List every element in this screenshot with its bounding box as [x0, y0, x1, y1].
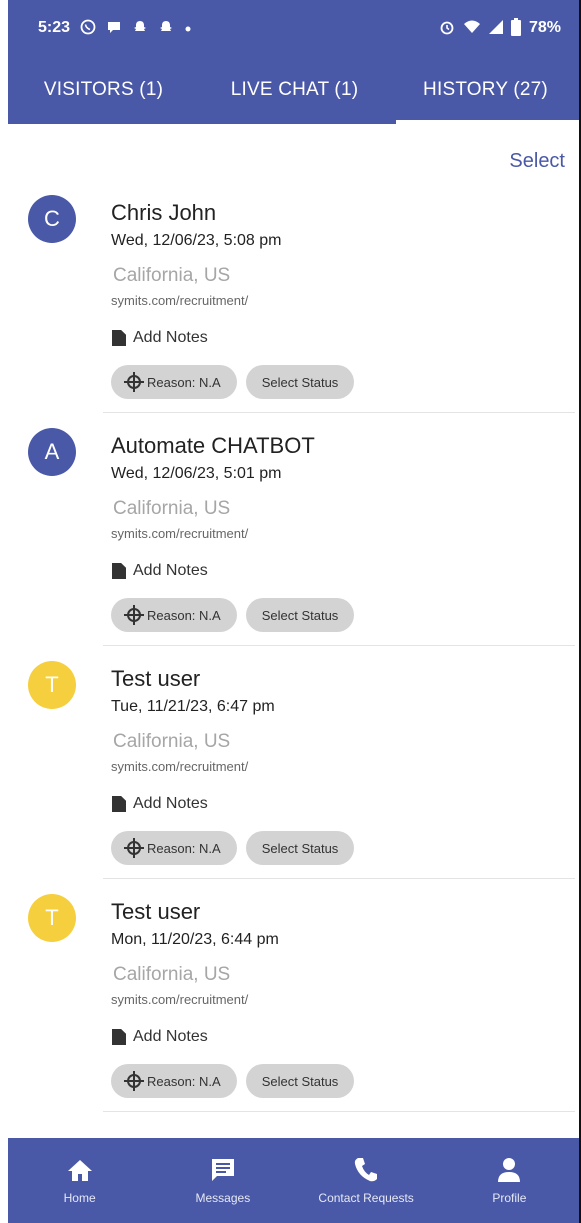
nav-contact-requests-label: Contact Requests: [318, 1190, 414, 1205]
add-notes-label: Add Notes: [133, 329, 208, 346]
visit-date: Mon, 11/20/23, 6:44 pm: [111, 931, 279, 948]
nav-home-label: Home: [63, 1190, 96, 1205]
nav-home[interactable]: Home: [8, 1138, 151, 1223]
select-status-chip[interactable]: Select Status: [245, 365, 355, 399]
add-notes-button[interactable]: Add Notes: [112, 329, 208, 347]
visited-url: symits.com/recruitment/: [111, 293, 249, 308]
profile-icon: [497, 1157, 521, 1183]
tab-visitors[interactable]: VISITORS (1): [8, 56, 199, 124]
home-icon: [67, 1157, 93, 1183]
visited-url: symits.com/recruitment/: [111, 759, 249, 774]
messages-icon: [210, 1157, 236, 1183]
avatar: T: [28, 661, 76, 709]
battery-icon: [510, 17, 521, 39]
select-status-chip[interactable]: Select Status: [245, 831, 355, 865]
reason-label: Reason: N.A: [147, 1073, 221, 1089]
add-notes-label: Add Notes: [133, 795, 208, 812]
document-icon: [112, 796, 126, 812]
tab-history[interactable]: HISTORY (27): [390, 56, 581, 124]
select-button[interactable]: Select: [509, 150, 565, 173]
document-icon: [112, 1029, 126, 1045]
alarm-icon: [439, 19, 455, 38]
avatar: T: [28, 894, 76, 942]
list-item[interactable]: A Automate CHATBOT Wed, 12/06/23, 5:01 p…: [8, 413, 581, 646]
reason-chip[interactable]: Reason: N.A: [111, 831, 237, 865]
reason-chip[interactable]: Reason: N.A: [111, 365, 237, 399]
list-item[interactable]: T Test user Mon, 11/20/23, 6:44 pm Calif…: [8, 879, 581, 1112]
nav-profile[interactable]: Profile: [438, 1138, 581, 1223]
snapchat-icon: [132, 19, 148, 38]
reason-chip[interactable]: Reason: N.A: [111, 1064, 237, 1098]
crosshair-icon: [124, 605, 144, 625]
nav-messages[interactable]: Messages: [151, 1138, 294, 1223]
nav-profile-label: Profile: [492, 1190, 527, 1205]
select-status-chip[interactable]: Select Status: [245, 1064, 355, 1098]
nav-messages-label: Messages: [195, 1190, 251, 1205]
visitor-name: Test user: [111, 899, 201, 924]
visitor-location: California, US: [113, 498, 231, 519]
add-notes-label: Add Notes: [133, 562, 208, 579]
reason-label: Reason: N.A: [147, 607, 221, 623]
visit-date: Wed, 12/06/23, 5:01 pm: [111, 465, 282, 482]
select-status-chip[interactable]: Select Status: [245, 598, 355, 632]
history-list: C Chris John Wed, 12/06/23, 5:08 pm Cali…: [8, 180, 581, 1112]
crosshair-icon: [124, 1071, 144, 1091]
visitor-location: California, US: [113, 731, 231, 752]
status-bar: 5:23 78%: [8, 0, 581, 56]
snapchat-icon: [158, 19, 174, 38]
visited-url: symits.com/recruitment/: [111, 992, 249, 1007]
visit-date: Wed, 12/06/23, 5:08 pm: [111, 232, 282, 249]
status-time: 5:23: [38, 19, 71, 36]
divider: [103, 1111, 575, 1112]
phone-icon: [354, 1157, 378, 1183]
visit-date: Tue, 11/21/23, 6:47 pm: [111, 698, 275, 715]
list-item[interactable]: C Chris John Wed, 12/06/23, 5:08 pm Cali…: [8, 180, 581, 413]
bottom-navigation: Home Messages Contact Requests Profile: [8, 1138, 581, 1223]
visitor-name: Chris John: [111, 200, 217, 225]
reason-chip[interactable]: Reason: N.A: [111, 598, 237, 632]
whatsapp-icon: [80, 19, 96, 38]
visitor-name: Automate CHATBOT: [111, 433, 315, 458]
reason-label: Reason: N.A: [147, 374, 221, 390]
crosshair-icon: [124, 372, 144, 392]
add-notes-label: Add Notes: [133, 1028, 208, 1045]
list-item[interactable]: T Test user Tue, 11/21/23, 6:47 pm Calif…: [8, 646, 581, 879]
document-icon: [112, 330, 126, 346]
avatar: A: [28, 428, 76, 476]
document-icon: [112, 563, 126, 579]
nav-contact-requests[interactable]: Contact Requests: [295, 1138, 438, 1223]
crosshair-icon: [124, 838, 144, 858]
tab-live-chat[interactable]: LIVE CHAT (1): [199, 56, 390, 124]
add-notes-button[interactable]: Add Notes: [112, 795, 208, 813]
visitor-name: Test user: [111, 666, 201, 691]
wifi-icon: [463, 19, 481, 38]
chat-bubble-icon: [106, 19, 122, 38]
app-frame: 5:23 78% VISITORS (1) LIVE CHAT (1) HIST…: [8, 0, 581, 1223]
reason-label: Reason: N.A: [147, 840, 221, 856]
battery-percent: 78%: [528, 19, 561, 36]
visited-url: symits.com/recruitment/: [111, 526, 249, 541]
signal-icon: [488, 19, 503, 37]
avatar: C: [28, 195, 76, 243]
add-notes-button[interactable]: Add Notes: [112, 1028, 208, 1046]
add-notes-button[interactable]: Add Notes: [112, 562, 208, 580]
visitor-location: California, US: [113, 265, 231, 286]
visitor-location: California, US: [113, 964, 231, 985]
dot-icon: [184, 21, 192, 36]
tab-bar: VISITORS (1) LIVE CHAT (1) HISTORY (27): [8, 56, 581, 124]
